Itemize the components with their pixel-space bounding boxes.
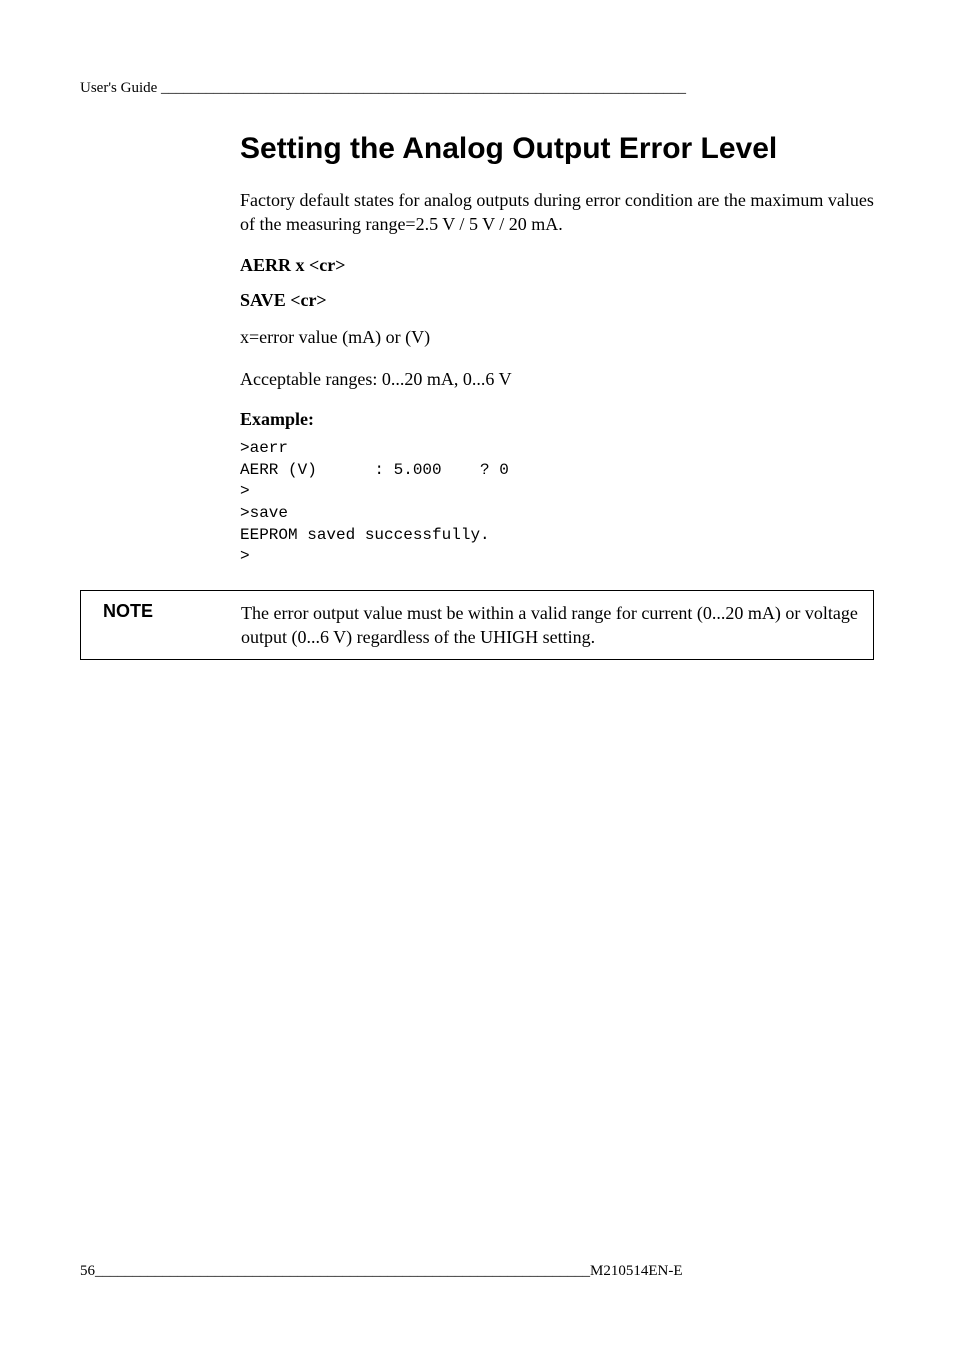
page-footer: 56 _____________________________________… [80, 1263, 874, 1280]
acceptable-ranges: Acceptable ranges: 0...20 mA, 0...6 V [240, 367, 874, 391]
note-label: NOTE [81, 591, 241, 660]
page-number: 56 [80, 1263, 95, 1280]
example-code: >aerr AERR (V) : 5.000 ? 0 > >save EEPRO… [240, 438, 874, 568]
note-box: NOTE The error output value must be with… [80, 590, 874, 661]
note-text: The error output value must be within a … [241, 591, 873, 660]
section-title: Setting the Analog Output Error Level [240, 132, 874, 166]
intro-paragraph: Factory default states for analog output… [240, 188, 874, 237]
example-label: Example: [240, 409, 874, 430]
content-area: Setting the Analog Output Error Level Fa… [240, 132, 874, 660]
command-save: SAVE <cr> [240, 290, 874, 311]
page-header: User's Guide ___________________________… [80, 80, 874, 97]
doc-reference: M210514EN-E [590, 1263, 683, 1280]
command-aerr: AERR x <cr> [240, 255, 874, 276]
footer-divider: ________________________________________… [95, 1263, 590, 1280]
param-description: x=error value (mA) or (V) [240, 325, 874, 349]
